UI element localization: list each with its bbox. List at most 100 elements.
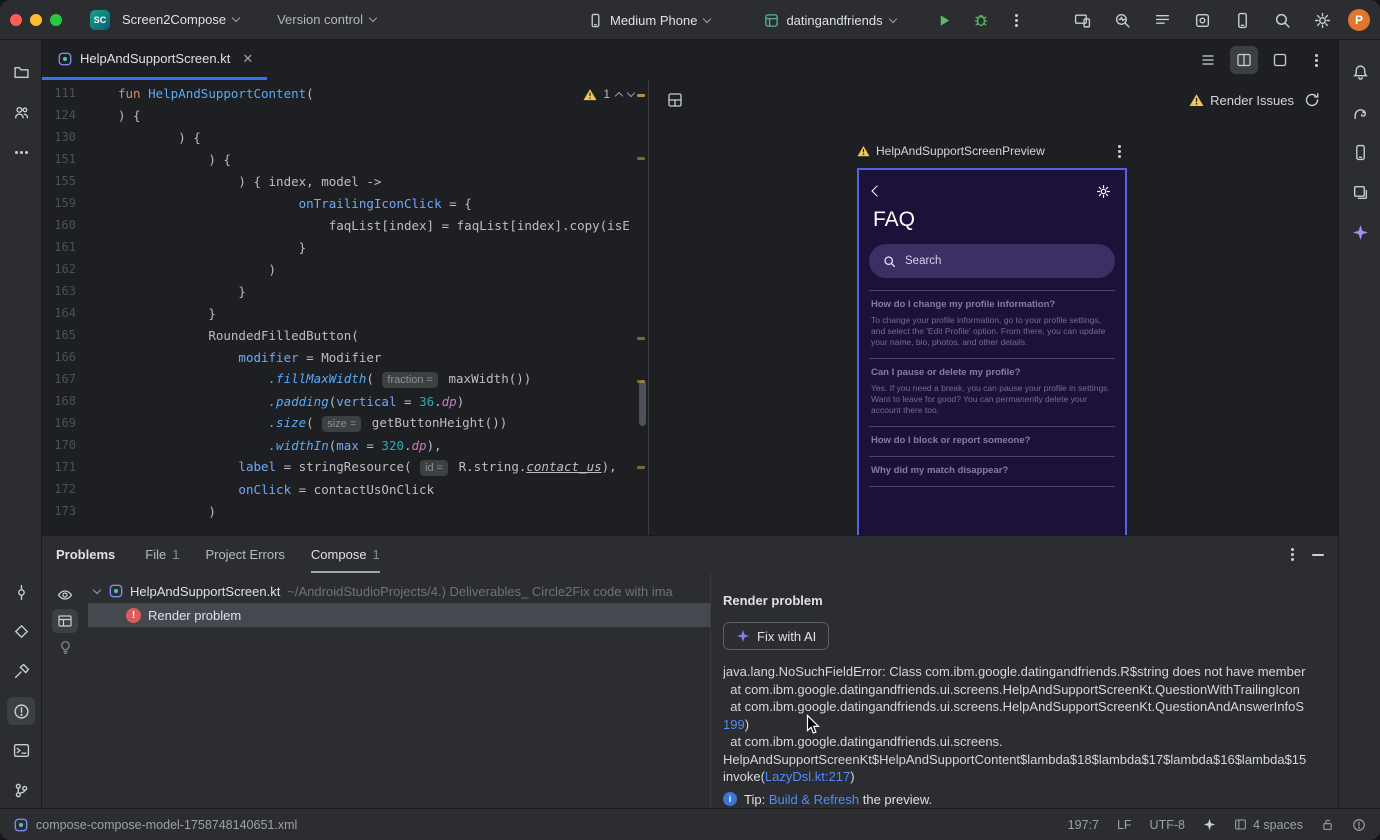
editor-tab-active[interactable]: HelpAndSupportScreen.kt ✕ <box>42 40 268 80</box>
code-line[interactable]: 169 .size( size = getButtonHeight()) <box>42 412 648 434</box>
tab-file[interactable]: File 1 <box>145 536 179 573</box>
code-text[interactable]: label = stringResource( id = R.string.co… <box>76 459 617 476</box>
quick-fix-button[interactable] <box>52 635 78 659</box>
code-line[interactable]: 171 label = stringResource( id = R.strin… <box>42 456 648 478</box>
gradle-tool-button[interactable] <box>1346 98 1374 126</box>
maximize-window-button[interactable] <box>50 13 62 26</box>
code-text[interactable]: onClick = contactUsOnClick <box>76 482 434 497</box>
unlock-icon[interactable] <box>1321 818 1334 831</box>
app-inspection-button[interactable] <box>1188 6 1216 34</box>
line-number[interactable]: 172 <box>42 482 76 496</box>
more-run-actions-button[interactable] <box>1003 6 1031 34</box>
code-text[interactable]: } <box>76 240 307 255</box>
panel-options-kebab[interactable] <box>1291 553 1294 556</box>
notifications-icon[interactable] <box>1352 818 1366 832</box>
more-tool-windows-button[interactable] <box>7 138 35 166</box>
line-number[interactable]: 162 <box>42 262 76 276</box>
line-number[interactable]: 163 <box>42 284 76 298</box>
line-number[interactable]: 165 <box>42 328 76 342</box>
view-options-button[interactable] <box>52 583 78 607</box>
line-number[interactable]: 159 <box>42 196 76 210</box>
code-line[interactable]: 165 RoundedFilledButton( <box>42 324 648 346</box>
line-number[interactable]: 130 <box>42 130 76 144</box>
cursor-position-widget[interactable]: 197:7 <box>1068 818 1099 832</box>
commit-tool-button[interactable] <box>7 578 35 606</box>
preview-phone-frame[interactable]: FAQ Search How do I change my profile in… <box>857 168 1127 535</box>
code-line[interactable]: 164 } <box>42 302 648 324</box>
stack-link[interactable]: LazyDsl.kt:217 <box>765 769 850 784</box>
warning-stripe-mark[interactable] <box>637 380 645 383</box>
code-text[interactable]: RoundedFilledButton( <box>76 328 359 343</box>
line-separator-widget[interactable]: LF <box>1117 818 1132 832</box>
code-line[interactable]: 124) { <box>42 104 648 126</box>
code-editor[interactable]: 111 fun HelpAndSupportContent(124) {130 )… <box>42 80 648 535</box>
warning-stripe-mark[interactable] <box>637 466 645 469</box>
back-icon[interactable] <box>871 185 883 197</box>
project-selector[interactable]: Screen2Compose <box>118 6 243 34</box>
code-line[interactable]: 167 .fillMaxWidth( fraction = maxWidth()… <box>42 368 648 390</box>
user-avatar[interactable]: P <box>1348 9 1370 31</box>
split-editor-preview-button[interactable] <box>1230 46 1258 74</box>
hide-panel-button[interactable] <box>1312 553 1324 556</box>
code-line[interactable]: 130 ) { <box>42 126 648 148</box>
line-number[interactable]: 171 <box>42 460 76 474</box>
build-tool-button[interactable] <box>7 657 35 685</box>
code-text[interactable]: modifier = Modifier <box>76 350 381 365</box>
services-tool-button[interactable] <box>7 617 35 645</box>
ai-spark-icon[interactable] <box>1203 818 1216 831</box>
device-selector[interactable]: Medium Phone <box>583 6 715 34</box>
debug-button[interactable] <box>967 6 995 34</box>
minimize-window-button[interactable] <box>30 13 42 26</box>
code-line[interactable]: 111 fun HelpAndSupportContent( <box>42 82 648 104</box>
terminal-tool-button[interactable] <box>7 736 35 764</box>
code-line[interactable]: 173 ) <box>42 500 648 522</box>
code-line[interactable]: 166 modifier = Modifier <box>42 346 648 368</box>
code-text[interactable]: ) { <box>76 130 201 145</box>
tree-file-row[interactable]: HelpAndSupportScreen.kt ~/AndroidStudioP… <box>88 579 710 603</box>
inspections-widget[interactable]: 1 <box>583 87 636 101</box>
code-text[interactable]: ) { index, model -> <box>76 174 381 189</box>
close-tab-icon[interactable]: ✕ <box>242 52 253 65</box>
code-text[interactable]: faqList[index] = faqList[index].copy(isE <box>76 218 630 233</box>
problems-tool-button[interactable] <box>7 697 35 725</box>
line-number[interactable]: 169 <box>42 416 76 430</box>
encoding-widget[interactable]: UTF-8 <box>1150 818 1185 832</box>
build-refresh-link[interactable]: Build & Refresh <box>769 792 859 807</box>
warning-stripe-mark[interactable] <box>637 337 645 340</box>
code-line[interactable]: 161 } <box>42 236 648 258</box>
preview-ui-check-button[interactable] <box>661 86 689 114</box>
tab-compose[interactable]: Compose 1 <box>310 536 380 573</box>
code-text[interactable]: .widthIn(max = 320.dp), <box>76 438 442 453</box>
line-number[interactable]: 166 <box>42 350 76 364</box>
notifications-tool-button[interactable] <box>1346 58 1374 86</box>
device-mirroring-button[interactable] <box>1068 6 1096 34</box>
tree-error-row[interactable]: ! Render problem <box>88 603 710 627</box>
line-number[interactable]: 170 <box>42 438 76 452</box>
code-text[interactable]: ) <box>76 504 216 519</box>
close-window-button[interactable] <box>10 13 22 26</box>
editor-list-view-button[interactable] <box>1194 46 1222 74</box>
show-details-button[interactable] <box>52 609 78 633</box>
code-text[interactable]: ) <box>76 262 277 277</box>
project-tool-button[interactable] <box>7 58 35 86</box>
run-button[interactable] <box>931 6 959 34</box>
line-number[interactable]: 111 <box>42 86 76 100</box>
code-text[interactable]: ) { <box>76 152 231 167</box>
code-line[interactable]: 160 faqList[index] = faqList[index].copy… <box>42 214 648 236</box>
running-devices-tool-button[interactable] <box>1346 178 1374 206</box>
refresh-preview-button[interactable] <box>1298 86 1326 114</box>
pull-requests-tool-button[interactable] <box>7 98 35 126</box>
code-line[interactable]: 163 } <box>42 280 648 302</box>
device-explorer-tool-button[interactable] <box>1346 138 1374 166</box>
code-line[interactable]: 155 ) { index, model -> <box>42 170 648 192</box>
code-line[interactable]: 162 ) <box>42 258 648 280</box>
fix-with-ai-button[interactable]: Fix with AI <box>723 622 830 650</box>
line-number[interactable]: 161 <box>42 240 76 254</box>
gear-icon[interactable] <box>1096 184 1111 199</box>
git-tool-button[interactable] <box>7 776 35 804</box>
line-number[interactable]: 164 <box>42 306 76 320</box>
warning-stripe-mark[interactable] <box>637 94 645 97</box>
faq-item[interactable]: How do I change my profile information? T… <box>869 291 1115 359</box>
line-number[interactable]: 124 <box>42 108 76 122</box>
stack-link[interactable]: 199 <box>723 717 745 732</box>
